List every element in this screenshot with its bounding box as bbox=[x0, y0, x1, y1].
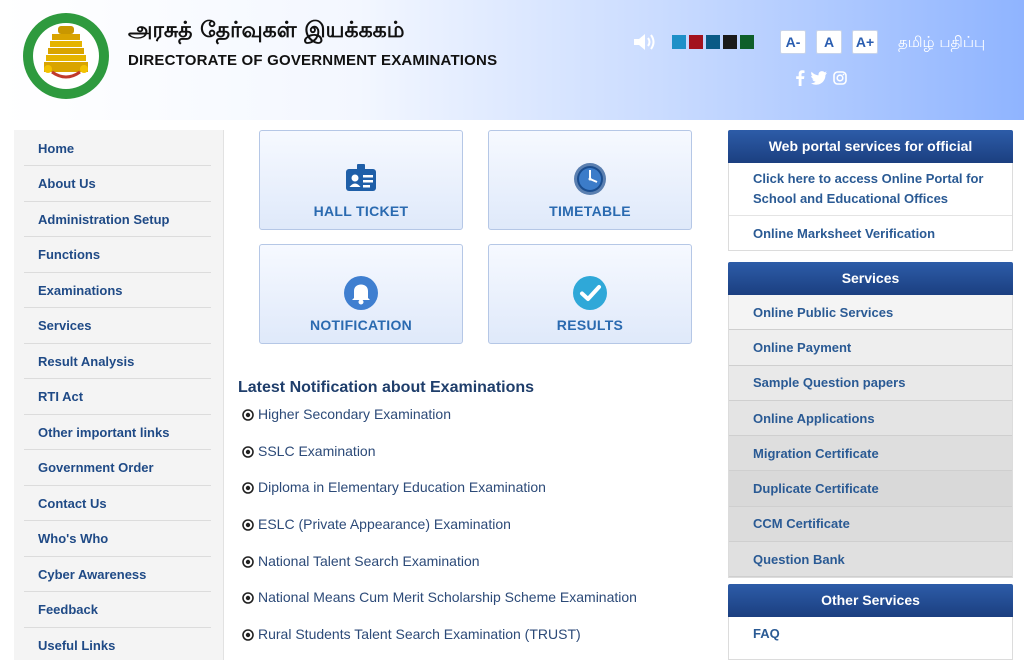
theme-color-green[interactable] bbox=[740, 35, 754, 49]
sidebar-item-feedback[interactable]: Feedback bbox=[24, 592, 211, 628]
sidebar-item-useful-links[interactable]: Useful Links bbox=[24, 628, 211, 660]
sidebar-item-government-order[interactable]: Government Order bbox=[24, 450, 211, 486]
theme-color-switcher bbox=[672, 35, 754, 49]
theme-color-dark-blue[interactable] bbox=[706, 35, 720, 49]
theme-color-black[interactable] bbox=[723, 35, 737, 49]
bell-icon bbox=[344, 276, 378, 310]
font-increase-button[interactable]: A+ bbox=[852, 30, 878, 54]
notification-item[interactable]: Rural Students Talent Search Examination… bbox=[242, 626, 637, 660]
hall-ticket-label: HALL TICKET bbox=[313, 203, 409, 219]
sidebar-item-home[interactable]: Home bbox=[24, 131, 211, 166]
service-online-public-services[interactable]: Online Public Services bbox=[729, 295, 1012, 331]
results-tile[interactable]: RESULTS bbox=[488, 244, 692, 344]
font-decrease-button[interactable]: A- bbox=[780, 30, 806, 54]
sidebar-item-functions[interactable]: Functions bbox=[24, 237, 211, 273]
results-label: RESULTS bbox=[556, 317, 624, 333]
other-services-panel: FAQ bbox=[728, 617, 1013, 660]
bullet-icon bbox=[242, 409, 254, 421]
social-links bbox=[795, 70, 847, 86]
sidebar-item-other-important-links[interactable]: Other important links bbox=[24, 415, 211, 450]
instagram-icon[interactable] bbox=[833, 71, 847, 85]
twitter-icon[interactable] bbox=[811, 71, 827, 85]
sidebar-item-whos-who[interactable]: Who's Who bbox=[24, 521, 211, 557]
timetable-label: TIMETABLE bbox=[549, 203, 631, 219]
hall-ticket-tile[interactable]: HALL TICKET bbox=[259, 130, 463, 230]
left-navigation: Home About Us Administration Setup Funct… bbox=[14, 130, 224, 660]
sidebar-item-result-analysis[interactable]: Result Analysis bbox=[24, 344, 211, 379]
clock-icon bbox=[574, 163, 606, 195]
checkmark-icon bbox=[573, 276, 607, 310]
sidebar-item-administration-setup[interactable]: Administration Setup bbox=[24, 202, 211, 237]
service-ccm-certificate[interactable]: CCM Certificate bbox=[729, 506, 1012, 543]
bullet-icon bbox=[242, 482, 254, 495]
id-card-icon bbox=[346, 164, 376, 191]
marksheet-verification-link[interactable]: Online Marksheet Verification bbox=[729, 216, 1012, 250]
sidebar-item-rti-act[interactable]: RTI Act bbox=[24, 379, 211, 415]
bullet-icon bbox=[242, 629, 254, 641]
timetable-tile[interactable]: TIMETABLE bbox=[488, 130, 692, 230]
service-duplicate-certificate[interactable]: Duplicate Certificate bbox=[729, 471, 1012, 507]
facebook-icon[interactable] bbox=[795, 70, 805, 86]
site-title-english: DIRECTORATE OF GOVERNMENT EXAMINATIONS bbox=[128, 52, 498, 69]
service-sample-question-papers[interactable]: Sample Question papers bbox=[729, 365, 1012, 401]
sidebar-item-cyber-awareness[interactable]: Cyber Awareness bbox=[24, 557, 211, 592]
sidebar-item-examinations[interactable]: Examinations bbox=[24, 273, 211, 308]
service-migration-certificate[interactable]: Migration Certificate bbox=[729, 436, 1012, 472]
notification-text: National Talent Search Examination bbox=[258, 552, 480, 569]
notification-tile[interactable]: NOTIFICATION bbox=[259, 244, 463, 344]
web-portal-heading: Web portal services for official bbox=[728, 130, 1013, 163]
notification-label: NOTIFICATION bbox=[309, 317, 413, 333]
notification-text: Higher Secondary Examination bbox=[258, 406, 451, 422]
notifications-heading: Latest Notification about Examinations bbox=[238, 379, 535, 396]
notification-item[interactable]: Diploma in Elementary Education Examinat… bbox=[242, 479, 637, 516]
notification-text: SSLC Examination bbox=[258, 442, 376, 459]
theme-color-blue[interactable] bbox=[672, 35, 686, 49]
notification-item[interactable]: SSLC Examination bbox=[242, 443, 637, 480]
sidebar-item-contact-us[interactable]: Contact Us bbox=[24, 486, 211, 521]
services-panel: Online Public Services Online Payment Sa… bbox=[728, 295, 1013, 578]
bullet-icon bbox=[242, 592, 254, 605]
theme-color-red[interactable] bbox=[689, 35, 703, 49]
service-question-bank[interactable]: Question Bank bbox=[729, 542, 1012, 577]
other-services-heading: Other Services bbox=[728, 584, 1013, 617]
notification-text: ESLC (Private Appearance) Examination bbox=[258, 516, 511, 533]
notification-item[interactable]: ESLC (Private Appearance) Examination bbox=[242, 516, 637, 553]
web-portal-panel: Click here to access Online Portal for S… bbox=[728, 163, 1013, 251]
notifications-list: Higher Secondary Examination SSLC Examin… bbox=[242, 406, 637, 660]
notification-text: National Means Cum Merit Scholarship Sch… bbox=[258, 589, 637, 606]
faq-link[interactable]: FAQ bbox=[729, 617, 1012, 649]
font-size-controls: A- A A+ bbox=[780, 30, 878, 54]
sidebar-item-about-us[interactable]: About Us bbox=[24, 166, 211, 202]
service-online-applications[interactable]: Online Applications bbox=[729, 400, 1012, 437]
tamil-version-link[interactable]: தமிழ் பதிப்பு bbox=[898, 33, 985, 53]
site-header: அரசுத் தேர்வுகள் இயக்ககம் DIRECTORATE OF… bbox=[0, 0, 1024, 120]
bullet-icon bbox=[242, 555, 254, 568]
font-reset-button[interactable]: A bbox=[816, 30, 842, 54]
bullet-icon bbox=[242, 445, 254, 458]
service-online-payment[interactable]: Online Payment bbox=[729, 330, 1012, 366]
notification-text: Rural Students Talent Search Examination… bbox=[258, 626, 581, 643]
notification-item[interactable]: Higher Secondary Examination bbox=[242, 406, 637, 443]
services-heading: Services bbox=[728, 262, 1013, 295]
bullet-icon bbox=[242, 519, 254, 531]
sidebar-item-services[interactable]: Services bbox=[24, 308, 211, 344]
speaker-icon[interactable] bbox=[632, 32, 656, 52]
notification-item[interactable]: National Talent Search Examination bbox=[242, 553, 637, 590]
notification-item[interactable]: National Means Cum Merit Scholarship Sch… bbox=[242, 589, 637, 626]
tamil-nadu-emblem-icon bbox=[23, 13, 109, 99]
site-title-tamil: அரசுத் தேர்வுகள் இயக்ககம் bbox=[128, 18, 405, 43]
online-portal-link[interactable]: Click here to access Online Portal for S… bbox=[729, 163, 1012, 216]
notification-text: Diploma in Elementary Education Examinat… bbox=[258, 479, 546, 496]
